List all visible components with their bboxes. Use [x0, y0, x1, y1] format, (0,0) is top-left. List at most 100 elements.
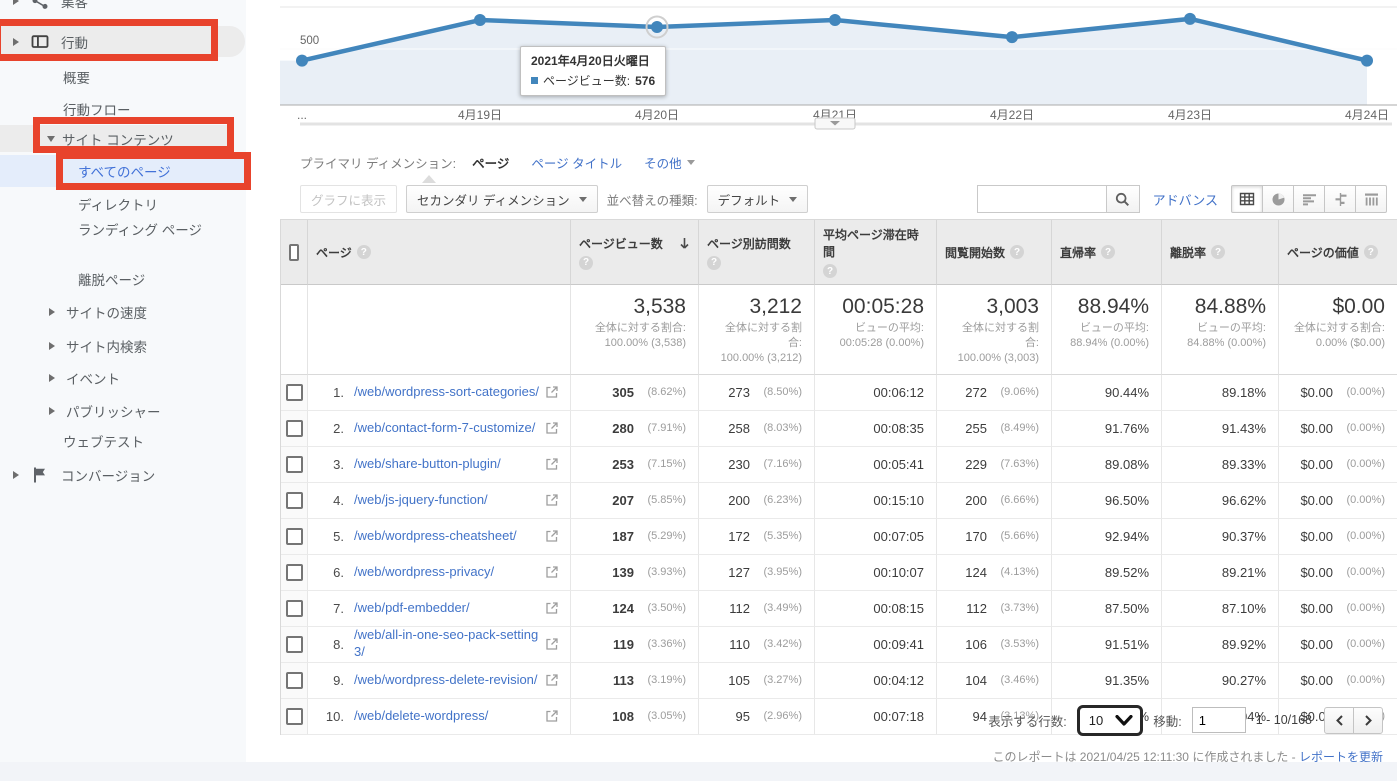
performance-view-button[interactable] [1293, 185, 1325, 213]
open-page-button[interactable] [540, 386, 558, 398]
row-checkbox[interactable] [285, 383, 303, 401]
comparison-view-button[interactable] [1324, 185, 1356, 213]
help-icon[interactable]: ? [1101, 245, 1116, 259]
open-in-new-icon [546, 530, 558, 542]
column-header-直帰率[interactable]: 直帰率? [1052, 220, 1162, 285]
row-checkbox[interactable] [285, 419, 303, 437]
page-link[interactable]: /web/wordpress-privacy/ [354, 564, 494, 581]
tab-page-title[interactable]: ページ タイトル [531, 153, 622, 172]
row-checkbox[interactable] [285, 671, 303, 689]
sidebar-item-すべてのページ[interactable]: すべてのページ [0, 155, 250, 187]
tab-other[interactable]: その他 [644, 153, 695, 172]
open-page-button[interactable] [540, 458, 558, 470]
column-header-ページ[interactable]: ページ? [308, 220, 571, 285]
select-all-checkbox[interactable] [289, 243, 299, 261]
open-page-button[interactable] [540, 602, 558, 614]
previous-page-button[interactable] [1324, 706, 1354, 734]
pivot-view-button[interactable] [1355, 185, 1387, 213]
open-page-button[interactable] [540, 566, 558, 578]
sidebar-item-サイトの速度[interactable]: サイトの速度 [0, 299, 147, 325]
page-cell: 2. /web/contact-form-7-customize/ [308, 410, 571, 447]
sidebar-item-集客[interactable]: 集客 [0, 0, 88, 14]
percentage-view-button[interactable] [1262, 185, 1294, 213]
sidebar-item-サイト内検索[interactable]: サイト内検索 [0, 333, 147, 359]
sidebar-item-行動[interactable]: 行動 [0, 26, 245, 57]
help-icon[interactable]: ? [707, 255, 721, 270]
caret-collapsed-icon [13, 471, 23, 479]
sidebar-item-離脱ページ[interactable]: 離脱ページ [0, 266, 145, 292]
sort-type-button[interactable]: デフォルト [706, 185, 809, 213]
page-link[interactable]: /web/js-jquery-function/ [354, 492, 488, 509]
open-page-button[interactable] [540, 494, 558, 506]
open-page-button[interactable] [540, 530, 558, 542]
data-point[interactable] [1006, 31, 1018, 44]
column-header-ページの価値[interactable]: ページの価値? [1279, 220, 1397, 285]
table-view-button[interactable] [1231, 185, 1263, 213]
data-point[interactable] [829, 14, 841, 27]
data-point[interactable] [651, 20, 663, 33]
sidebar-item-行動フロー[interactable]: 行動フロー [0, 96, 131, 122]
row-checkbox[interactable] [285, 599, 303, 617]
search-input[interactable] [976, 185, 1106, 213]
open-in-new-icon [546, 422, 558, 434]
sidebar-item-パブリッシャー[interactable]: パブリッシャー [0, 398, 161, 424]
secondary-dimension-button[interactable]: セカンダリ ディメンション [406, 185, 598, 213]
column-header-ページビュー数[interactable]: ページビュー数? [571, 220, 699, 285]
page-link[interactable]: /web/pdf-embedder/ [354, 600, 470, 617]
page-link[interactable]: /web/wordpress-cheatsheet/ [354, 528, 517, 545]
row-checkbox[interactable] [285, 563, 303, 581]
page-value-percent: (0.00%) [1346, 458, 1385, 471]
sidebar-item-ウェブテスト[interactable]: ウェブテスト [0, 428, 144, 454]
data-point[interactable] [296, 54, 308, 67]
sidebar-item-コンバージョン[interactable]: コンバージョン [0, 462, 155, 488]
help-icon[interactable]: ? [823, 264, 837, 278]
sidebar-item-ディレクトリ[interactable]: ディレクトリ [0, 191, 158, 217]
help-icon[interactable]: ? [1010, 245, 1025, 259]
tab-page[interactable]: ページ [472, 153, 509, 172]
pageviews-line-chart[interactable]: 500... 4月19日 4月20日 4月21日 4月22日 4月23日 4月24日 [280, 0, 1397, 133]
open-page-button[interactable] [540, 422, 558, 434]
column-header-平均ページ滞在時間[interactable]: 平均ページ滞在時間? [815, 220, 937, 285]
rows-per-page-select[interactable]: 10 [1076, 704, 1144, 736]
row-index: 8. [333, 636, 344, 652]
column-header-離脱率[interactable]: 離脱率? [1162, 220, 1279, 285]
help-icon[interactable]: ? [1363, 245, 1378, 259]
open-page-button[interactable] [540, 638, 558, 650]
page-link[interactable]: /web/all-in-one-seo-pack-setting3/ [354, 627, 540, 661]
page-value-value: $0.00 [1300, 420, 1333, 436]
row-checkbox[interactable] [285, 527, 303, 545]
next-page-button[interactable] [1353, 706, 1383, 734]
help-icon[interactable]: ? [1211, 245, 1226, 259]
goto-page-input[interactable] [1191, 707, 1246, 733]
row-checkbox-cell [281, 446, 308, 483]
page-link[interactable]: /web/wordpress-sort-categories/ [354, 384, 539, 401]
column-header-ページ別訪問数[interactable]: ページ別訪問数? [699, 220, 815, 285]
bottom-strip [0, 762, 1397, 781]
page-link[interactable]: /web/share-button-plugin/ [354, 456, 501, 473]
column-header-閲覧開始数[interactable]: 閲覧開始数? [937, 220, 1052, 285]
row-checkbox[interactable] [285, 455, 303, 473]
data-point[interactable] [1184, 12, 1196, 25]
secondary-dimension-label: セカンダリ ディメンション [417, 193, 570, 208]
sidebar-item-概要[interactable]: 概要 [0, 64, 90, 90]
column-header-label: ページの価値 [1287, 245, 1359, 260]
data-point[interactable] [474, 14, 486, 27]
caret-collapsed-icon [13, 0, 23, 5]
open-page-button[interactable] [540, 674, 558, 686]
row-checkbox[interactable] [285, 491, 303, 509]
avg-time-on-page-value: 00:08:15 [873, 600, 924, 616]
page-link[interactable]: /web/contact-form-7-customize/ [354, 420, 535, 437]
row-checkbox[interactable] [285, 635, 303, 653]
page-link[interactable]: /web/wordpress-delete-revision/ [354, 672, 538, 689]
bounce-rate-value: 87.50% [1104, 600, 1149, 616]
sidebar-item-ランディング ページ[interactable]: ランディング ページ [0, 219, 236, 265]
row-checkbox-cell [281, 554, 308, 591]
sidebar-item-イベント[interactable]: イベント [0, 365, 120, 391]
search-button[interactable] [1105, 185, 1140, 213]
sidebar-item-サイト コンテンツ[interactable]: サイト コンテンツ [0, 125, 233, 152]
help-icon[interactable]: ? [356, 245, 371, 259]
advanced-link[interactable]: アドバンス [1153, 190, 1218, 209]
help-icon[interactable]: ? [579, 255, 593, 270]
data-point[interactable] [1361, 54, 1373, 67]
page-cell: 9. /web/wordpress-delete-revision/ [308, 662, 571, 699]
